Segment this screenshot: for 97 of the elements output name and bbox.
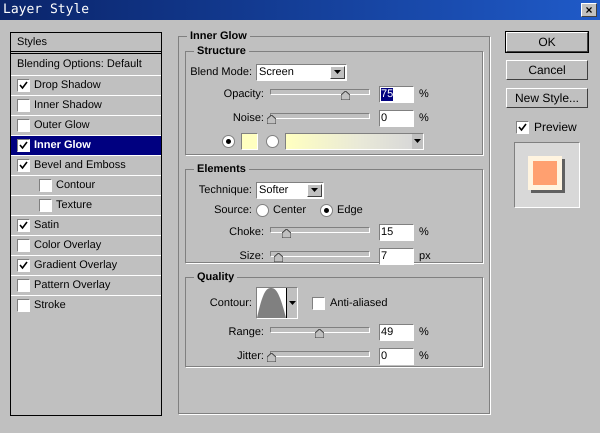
- dialog-button[interactable]: Cancel: [506, 60, 588, 80]
- field-value: 7: [381, 250, 388, 262]
- unit-label: %: [419, 224, 429, 240]
- close-button[interactable]: ×: [581, 3, 597, 17]
- slider-thumb[interactable]: [282, 229, 291, 238]
- checkbox[interactable]: [17, 99, 30, 112]
- style-item[interactable]: Pattern Overlay: [11, 275, 161, 295]
- style-label: Pattern Overlay: [34, 278, 110, 294]
- source-label: Source:: [213, 202, 253, 218]
- style-item[interactable]: Gradient Overlay: [11, 255, 161, 275]
- radio-label: Center: [273, 202, 306, 218]
- style-item[interactable]: Color Overlay: [11, 235, 161, 255]
- caret-icon: [307, 184, 322, 196]
- contour-label: Contour:: [208, 296, 253, 311]
- styles-header: Styles: [11, 33, 161, 54]
- style-item[interactable]: Inner Glow: [11, 135, 161, 155]
- field-value: 0: [381, 350, 388, 362]
- style-label: Inner Glow: [34, 138, 91, 154]
- style-item[interactable]: Drop Shadow: [11, 75, 161, 95]
- blending-options[interactable]: Blending Options: Default: [11, 54, 161, 75]
- unit-label: %: [419, 324, 429, 340]
- checkbox[interactable]: [17, 239, 30, 252]
- slider-thumb[interactable]: [274, 253, 283, 262]
- radio-label: Edge: [337, 202, 363, 218]
- checkbox[interactable]: [17, 159, 30, 172]
- slider-thumb[interactable]: [315, 329, 324, 338]
- slider-label: Noise:: [232, 110, 265, 126]
- dialog-button[interactable]: OK: [506, 32, 588, 52]
- unit-label: %: [419, 348, 429, 364]
- style-item[interactable]: Bevel and Emboss: [11, 155, 161, 175]
- field-value: 49: [381, 326, 394, 338]
- dialog-button[interactable]: New Style...: [506, 88, 588, 108]
- slider-thumb[interactable]: [267, 115, 276, 124]
- checkbox[interactable]: [516, 120, 529, 134]
- style-label: Satin: [34, 218, 60, 234]
- group-title: Quality: [194, 270, 238, 284]
- unit-label: %: [419, 110, 429, 126]
- preview-label: Preview: [534, 119, 577, 136]
- style-label: Stroke: [34, 298, 66, 314]
- radio-button[interactable]: [222, 134, 235, 148]
- radio-button[interactable]: [256, 204, 269, 216]
- slider-label: Opacity:: [222, 86, 265, 102]
- radio-button[interactable]: [320, 204, 334, 216]
- color-swatch[interactable]: [241, 132, 258, 150]
- style-item[interactable]: Contour: [11, 175, 161, 195]
- style-item[interactable]: Inner Shadow: [11, 95, 161, 115]
- window-title: Layer Style: [3, 1, 90, 20]
- checkbox[interactable]: [39, 179, 52, 192]
- checkbox-label: Anti-aliased: [330, 296, 388, 311]
- style-label: Outer Glow: [34, 118, 90, 134]
- radio-button[interactable]: [266, 134, 279, 148]
- value-field[interactable]: 0: [379, 110, 414, 126]
- blend-mode-label: Blend Mode:: [189, 64, 253, 80]
- style-label: Color Overlay: [34, 238, 102, 254]
- slider-label: Choke:: [228, 224, 265, 240]
- style-label: Gradient Overlay: [34, 258, 118, 274]
- slider-label: Range:: [228, 324, 265, 340]
- style-item[interactable]: Stroke: [11, 295, 161, 315]
- style-label: Bevel and Emboss: [34, 158, 126, 174]
- contour-picker[interactable]: [256, 287, 298, 319]
- style-label: Inner Shadow: [34, 98, 102, 114]
- style-label: Drop Shadow: [34, 78, 101, 94]
- field-value: 15: [381, 226, 394, 238]
- value-field[interactable]: 7: [379, 248, 414, 264]
- slider-thumb[interactable]: [267, 353, 276, 362]
- caret-icon: [288, 301, 296, 305]
- slider-label: Size:: [238, 248, 265, 264]
- value-field[interactable]: 15: [379, 224, 414, 240]
- style-preview-icon: [528, 156, 566, 194]
- caret-icon: [330, 66, 345, 78]
- field-value: 75: [381, 88, 394, 100]
- checkbox[interactable]: [17, 79, 30, 92]
- unit-label: %: [419, 86, 429, 102]
- unit-label: px: [419, 248, 431, 264]
- blend-mode-dropdown[interactable]: Screen: [256, 64, 347, 80]
- checkbox[interactable]: [39, 199, 52, 212]
- gradient-picker[interactable]: [285, 132, 424, 150]
- slider-label: Jitter:: [236, 348, 265, 364]
- value-field[interactable]: 49: [379, 324, 414, 340]
- checkbox[interactable]: [17, 279, 30, 292]
- slider-thumb[interactable]: [340, 91, 350, 100]
- style-item[interactable]: Satin: [11, 215, 161, 235]
- value-field[interactable]: 0: [379, 348, 414, 364]
- checkbox[interactable]: [17, 219, 30, 232]
- checkbox[interactable]: [17, 299, 30, 312]
- field-value: 0: [381, 112, 388, 124]
- style-label: Contour: [56, 178, 96, 194]
- style-label: Texture: [56, 198, 92, 214]
- technique-label: Technique:: [198, 182, 253, 198]
- checkbox[interactable]: [17, 139, 30, 152]
- checkbox[interactable]: [17, 119, 30, 132]
- value-field[interactable]: 75: [379, 86, 414, 102]
- style-item[interactable]: Texture: [11, 195, 161, 215]
- technique-dropdown[interactable]: Softer: [256, 182, 324, 198]
- contour-curve-icon: [257, 288, 286, 318]
- checkbox[interactable]: [17, 259, 30, 272]
- checkbox[interactable]: [312, 296, 325, 310]
